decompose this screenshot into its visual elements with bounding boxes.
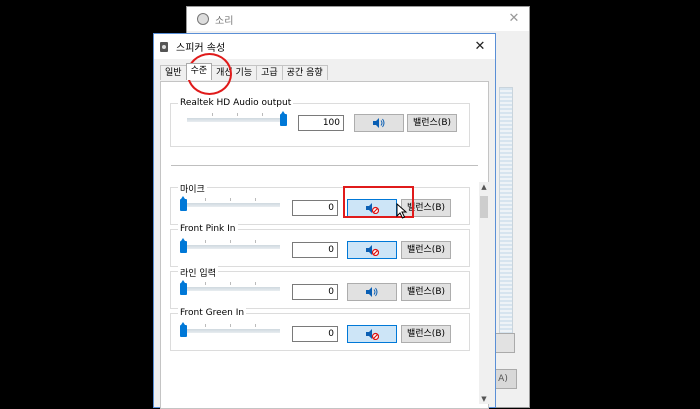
- close-icon[interactable]: ✕: [505, 10, 523, 28]
- sound-window-title: 소리: [215, 15, 234, 27]
- channel-balance-button[interactable]: 밸런스(B): [401, 241, 451, 259]
- channel-volume-thumb[interactable]: [180, 322, 187, 337]
- tab-spatial-sound[interactable]: 공간 음향: [281, 65, 328, 80]
- input-channel-list: 마이크 0 밸런스(B) Front Pink In 0 밸런스(B) 라인 입…: [170, 181, 486, 407]
- master-output-label: Realtek HD Audio output: [178, 98, 294, 108]
- master-volume-value[interactable]: 100: [298, 115, 344, 131]
- channel-volume-value[interactable]: 0: [292, 284, 338, 300]
- speaker-icon: [373, 118, 385, 128]
- sound-window-icon: [197, 13, 209, 25]
- speaker-muted-icon: [366, 329, 379, 340]
- channel-group-front-green-in: Front Green In 0 밸런스(B): [170, 308, 470, 351]
- channel-volume-value[interactable]: 0: [292, 242, 338, 258]
- channel-volume-value[interactable]: 0: [292, 200, 338, 216]
- section-divider: [171, 165, 478, 166]
- tab-advanced[interactable]: 고급: [256, 65, 283, 80]
- channel-volume-slider[interactable]: [180, 196, 280, 214]
- tab-bar: 일반 수준 개선 기능 고급 공간 음향: [160, 63, 328, 81]
- channel-group-front-pink-in: Front Pink In 0 밸런스(B): [170, 224, 470, 267]
- channel-volume-value[interactable]: 0: [292, 326, 338, 342]
- tab-general[interactable]: 일반: [160, 65, 187, 80]
- channel-list-scrollbar[interactable]: ▲ ▼: [479, 182, 489, 404]
- master-volume-slider[interactable]: [187, 111, 287, 129]
- window-title: 스피커 속성: [176, 43, 226, 54]
- channel-volume-thumb[interactable]: [180, 280, 187, 295]
- scroll-up-icon[interactable]: ▲: [479, 182, 489, 192]
- channel-volume-thumb[interactable]: [180, 238, 187, 253]
- channel-mute-button[interactable]: [347, 325, 397, 343]
- channel-balance-button[interactable]: 밸런스(B): [401, 325, 451, 343]
- channel-label: Front Green In: [178, 308, 247, 318]
- channel-label: 마이크: [178, 182, 207, 195]
- channel-label: 라인 입력: [178, 266, 218, 279]
- channel-volume-slider[interactable]: [180, 322, 280, 340]
- speaker-device-icon: [160, 41, 168, 52]
- device-list-scroll-strip: [499, 87, 513, 349]
- channel-volume-slider[interactable]: [180, 280, 280, 298]
- scroll-down-icon[interactable]: ▼: [479, 394, 489, 404]
- master-balance-button[interactable]: 밸런스(B): [407, 114, 457, 132]
- speaker-muted-icon: [366, 245, 379, 256]
- speaker-icon: [366, 287, 378, 297]
- tab-levels[interactable]: 수준: [185, 63, 213, 80]
- master-output-group: Realtek HD Audio output 100 밸런스(B): [170, 98, 470, 147]
- channel-volume-thumb[interactable]: [180, 196, 187, 211]
- levels-tab-page: Realtek HD Audio output 100 밸런스(B) 마이크 0: [160, 81, 489, 409]
- mouse-cursor-icon: [396, 203, 408, 219]
- channel-volume-slider[interactable]: [180, 238, 280, 256]
- close-icon[interactable]: ✕: [471, 38, 489, 56]
- sound-window-titlebar: 소리: [187, 7, 529, 31]
- channel-balance-button[interactable]: 밸런스(B): [401, 283, 451, 301]
- channel-group-mic: 마이크 0 밸런스(B): [170, 182, 470, 225]
- channel-mute-button[interactable]: [347, 283, 397, 301]
- channel-group-line-in: 라인 입력 0 밸런스(B): [170, 266, 470, 309]
- channel-label: Front Pink In: [178, 224, 238, 234]
- master-mute-button[interactable]: [354, 114, 404, 132]
- channel-mute-button[interactable]: [347, 241, 397, 259]
- scrollbar-thumb[interactable]: [480, 196, 488, 218]
- master-volume-thumb[interactable]: [280, 111, 287, 126]
